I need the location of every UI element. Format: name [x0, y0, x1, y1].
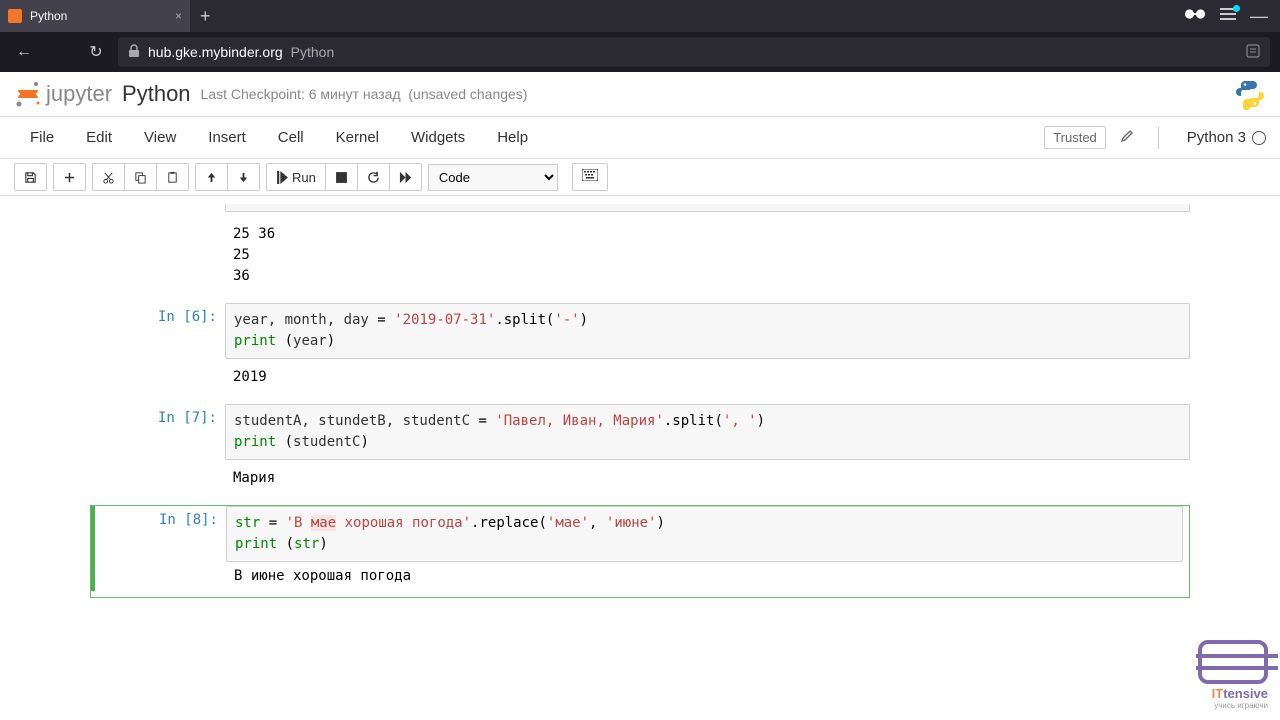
prompt: In [8]: — [91, 506, 226, 562]
menu-cell[interactable]: Cell — [262, 123, 320, 152]
jupyter-logo-text: jupyter — [46, 81, 112, 107]
cell-type-select[interactable]: Code — [428, 164, 558, 191]
run-button[interactable]: Run — [267, 164, 326, 190]
minimize-icon[interactable]: — — [1250, 6, 1268, 27]
extensions-icon[interactable] — [1220, 7, 1236, 26]
tab-title: Python — [30, 9, 67, 23]
add-cell-button[interactable] — [54, 164, 85, 190]
jupyter-logo-icon — [14, 80, 42, 108]
save-button[interactable] — [15, 164, 46, 190]
url-input[interactable]: hub.gke.mybinder.org Python — [118, 37, 1270, 67]
checkpoint-text: Last Checkpoint: 6 минут назад (unsaved … — [201, 86, 528, 102]
kernel-indicator-icon — [1252, 131, 1266, 145]
lock-icon — [128, 44, 140, 61]
code-input[interactable]: studentA, stundetB, studentC = 'Павел, И… — [225, 404, 1190, 460]
tab-favicon — [8, 9, 22, 23]
jupyter-logo[interactable]: jupyter — [14, 80, 112, 108]
menu-help[interactable]: Help — [481, 123, 544, 152]
command-palette-button[interactable] — [572, 163, 608, 191]
move-down-button[interactable] — [228, 164, 259, 190]
cell-6[interactable]: In [6]: year, month, day = '2019-07-31'.… — [90, 303, 1190, 359]
menu-insert[interactable]: Insert — [192, 123, 262, 152]
output: 25 36 25 36 — [90, 220, 1190, 291]
output-6: 2019 — [90, 363, 1190, 392]
menu-widgets[interactable]: Widgets — [395, 123, 481, 152]
menu-edit[interactable]: Edit — [70, 123, 128, 152]
toolbar: Run Code — [0, 159, 1280, 196]
code-input[interactable]: year, month, day = '2019-07-31'.split('-… — [225, 303, 1190, 359]
python-logo-icon[interactable] — [1234, 78, 1266, 110]
restart-button[interactable] — [358, 164, 390, 190]
address-bar: ← ↻ hub.gke.mybinder.org Python — [0, 32, 1280, 72]
notebook-title[interactable]: Python — [122, 81, 191, 107]
output-8: В июне хорошая погода — [226, 562, 419, 591]
move-up-button[interactable] — [196, 164, 228, 190]
watermark: ITtensive учись играючи — [1198, 640, 1268, 710]
prompt: In [7]: — [90, 404, 225, 460]
jupyter-header: jupyter Python Last Checkpoint: 6 минут … — [0, 72, 1280, 117]
close-icon[interactable]: × — [175, 9, 182, 23]
notebook-area[interactable]: 25 36 25 36 In [6]: year, month, day = '… — [0, 196, 1280, 622]
reader-mode-icon[interactable] — [1184, 7, 1206, 26]
restart-run-all-button[interactable] — [390, 164, 421, 190]
cell-8-selected[interactable]: In [8]: str = 'В мае хорошая погода'.rep… — [90, 505, 1190, 598]
url-path: Python — [291, 44, 335, 60]
trusted-badge[interactable]: Trusted — [1044, 126, 1106, 149]
menu-view[interactable]: View — [128, 123, 192, 152]
paste-button[interactable] — [157, 164, 188, 190]
cell-partial — [90, 204, 1190, 216]
url-domain: hub.gke.mybinder.org — [148, 44, 283, 60]
stop-button[interactable] — [326, 164, 358, 190]
kernel-name[interactable]: Python 3 — [1187, 129, 1246, 146]
menu-file[interactable]: File — [14, 123, 70, 152]
output-7: Мария — [90, 464, 1190, 493]
back-button[interactable]: ← — [10, 43, 38, 61]
menu-kernel[interactable]: Kernel — [320, 123, 395, 152]
menubar: File Edit View Insert Cell Kernel Widget… — [0, 117, 1280, 159]
reload-button[interactable]: ↻ — [82, 42, 110, 62]
prompt: In [6]: — [90, 303, 225, 359]
browser-tab[interactable]: Python × — [0, 0, 190, 32]
code-input[interactable]: str = 'В мае хорошая погода'.replace('ма… — [226, 506, 1183, 562]
new-tab-button[interactable]: + — [190, 6, 221, 27]
edit-icon[interactable] — [1120, 129, 1134, 147]
cell-7[interactable]: In [7]: studentA, stundetB, studentC = '… — [90, 404, 1190, 460]
browser-tab-bar: Python × + — — [0, 0, 1280, 32]
cut-button[interactable] — [93, 164, 125, 190]
reader-view-icon[interactable] — [1246, 44, 1260, 61]
copy-button[interactable] — [125, 164, 157, 190]
